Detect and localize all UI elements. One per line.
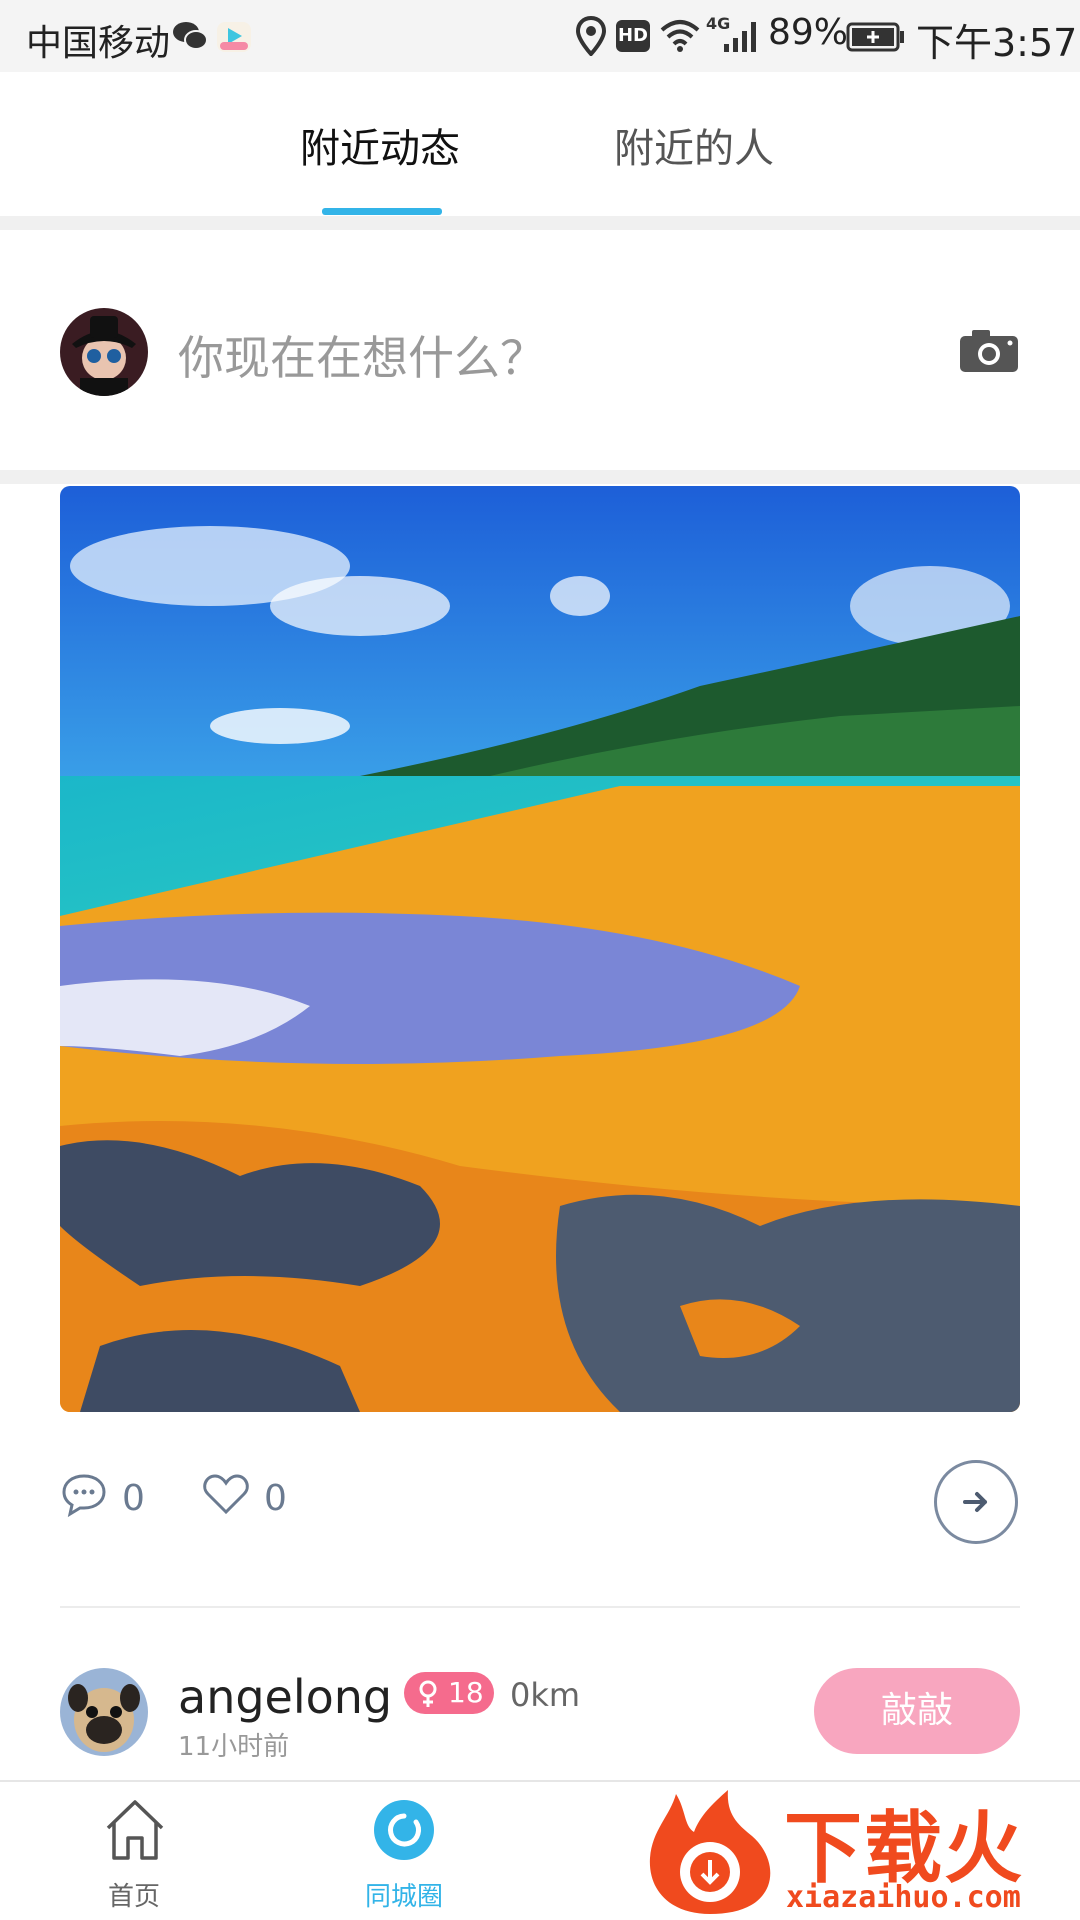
author-distance: 0km — [510, 1676, 581, 1714]
watermark-url: xiazaihuo.com — [786, 1880, 1021, 1915]
compose-placeholder[interactable]: 你现在在想什么？ — [178, 322, 546, 388]
location-icon — [576, 16, 606, 56]
section-divider — [0, 216, 1080, 230]
section-divider — [0, 470, 1080, 484]
carrier-name: 中国移动 — [26, 23, 171, 64]
signal-icon — [724, 22, 756, 52]
my-avatar[interactable] — [60, 308, 148, 396]
comment-count: 0 — [122, 1478, 145, 1519]
author-age: 18 — [448, 1676, 484, 1709]
wifi-icon — [660, 20, 700, 52]
female-icon — [419, 1680, 437, 1707]
like-count: 0 — [264, 1478, 287, 1519]
clock: 下午3:57 — [916, 21, 1078, 65]
flame-logo-icon — [649, 1790, 771, 1914]
camera-icon[interactable] — [958, 326, 1020, 374]
post-author-header: angelong 18 0km 11小时前 敲敲 — [0, 1660, 1080, 1780]
hd-icon: HD — [616, 20, 650, 52]
battery-icon — [846, 22, 904, 52]
site-watermark: 下载火 xiazaihuo.com — [636, 1780, 1080, 1920]
author-avatar[interactable] — [60, 1668, 148, 1756]
arrow-right-icon — [963, 1492, 987, 1512]
active-tab-indicator — [322, 208, 442, 215]
post-actions: 0 0 — [0, 1440, 1080, 1560]
gender-age-badge: 18 — [404, 1672, 494, 1714]
top-tab-bar: 附近动态 附近的人 — [0, 72, 1080, 216]
nav-home[interactable]: 首页 — [54, 1782, 214, 1920]
post-divider — [60, 1606, 1020, 1608]
post-photo[interactable] — [60, 486, 1020, 1412]
wechat-icon — [173, 22, 208, 50]
beach-photo — [60, 486, 1020, 1412]
share-button[interactable] — [934, 1460, 1018, 1544]
post-time: 11小时前 — [178, 1732, 290, 1762]
author-username[interactable]: angelong — [178, 1670, 392, 1724]
status-bar: 中国移动 HD 4G 89% 下午3:57 — [0, 0, 1080, 72]
nav-city-circle-label: 同城圈 — [364, 1882, 443, 1912]
video-app-icon — [217, 22, 251, 52]
knock-button[interactable]: 敲敲 — [814, 1668, 1020, 1754]
circle-icon — [374, 1800, 434, 1860]
like-icon[interactable] — [202, 1472, 250, 1516]
nav-home-label: 首页 — [107, 1882, 160, 1912]
tab-nearby-feed[interactable]: 附近动态 — [300, 116, 460, 174]
battery-percent: 89% — [768, 12, 849, 53]
tab-nearby-people[interactable]: 附近的人 — [614, 116, 774, 174]
nav-city-circle[interactable]: 同城圈 — [324, 1782, 484, 1920]
home-icon — [106, 1800, 164, 1860]
compose-row[interactable]: 你现在在想什么？ — [0, 230, 1080, 470]
comment-icon[interactable] — [60, 1472, 108, 1518]
